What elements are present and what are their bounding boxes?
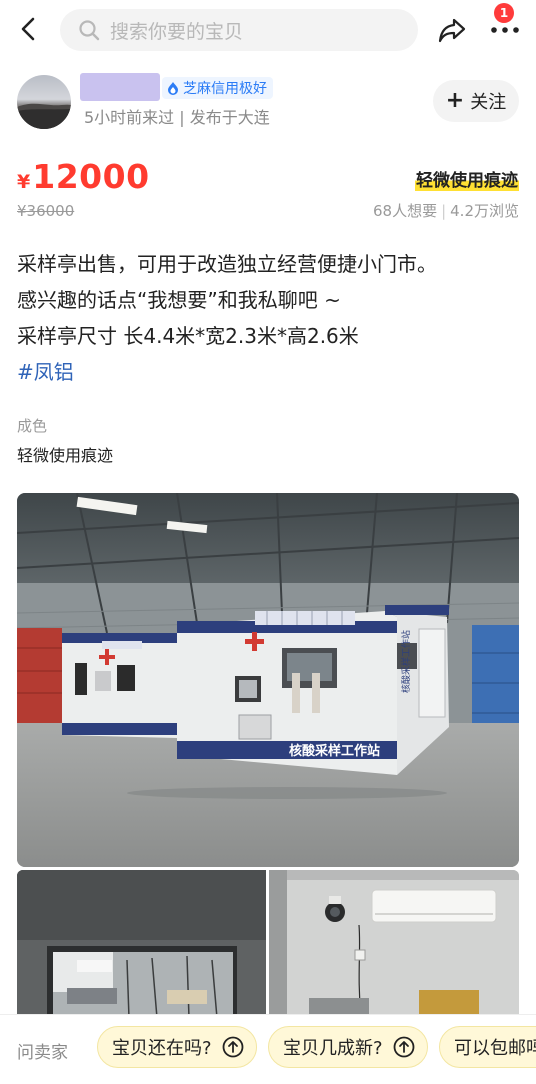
- send-arrow-icon: [222, 1036, 243, 1058]
- seller-name-redacted[interactable]: [80, 73, 160, 101]
- quick-question-chip[interactable]: 可以包邮吗: [439, 1026, 536, 1068]
- follow-button[interactable]: + 关注: [433, 80, 519, 122]
- sesame-credit-icon: [168, 82, 178, 95]
- search-placeholder: 搜索你要的宝贝: [110, 20, 244, 43]
- product-photo-main[interactable]: 核酸采样工作站 核酸采样工作站: [17, 493, 519, 867]
- top-bar: 搜索你要的宝贝 1: [0, 0, 536, 60]
- bottom-question-bar: 问卖家 宝贝还在吗? 宝贝几成新? 可以包邮吗: [0, 1014, 536, 1084]
- price-value: 12000: [32, 157, 150, 196]
- follow-label: 关注: [470, 92, 507, 113]
- chip-label: 宝贝几成新?: [283, 1038, 383, 1059]
- current-price: ¥ 12000: [17, 157, 150, 196]
- chip-label: 可以包邮吗: [454, 1038, 536, 1059]
- credit-badge-label: 芝麻信用极好: [183, 81, 267, 97]
- description-line: 采样亭出售，可用于改造独立经营便捷小门市。: [17, 252, 437, 276]
- chip-label: 宝贝还在吗?: [112, 1038, 212, 1059]
- condition-value: 轻微使用痕迹: [17, 446, 114, 465]
- send-arrow-icon: [393, 1036, 414, 1058]
- item-stats: 68人想要 | 4.2万浏览: [372, 202, 519, 220]
- search-icon: [79, 20, 100, 41]
- currency-symbol: ¥: [17, 171, 31, 193]
- item-description: 采样亭出售，可用于改造独立经营便捷小门市。 感兴趣的话点“我想要”和我私聊吧 ~…: [17, 246, 522, 390]
- booth-side-text: 核酸采样工作站: [400, 630, 412, 693]
- search-input[interactable]: 搜索你要的宝贝: [60, 9, 418, 51]
- product-photo-interior-window[interactable]: [17, 870, 266, 1018]
- original-price: ¥36000: [17, 202, 75, 220]
- views-count: 4.2万浏览: [450, 202, 519, 220]
- description-line: 采样亭尺寸 长4.4米*宽2.3米*高2.6米: [17, 324, 359, 348]
- share-icon[interactable]: [436, 14, 468, 46]
- ask-seller-label: 问卖家: [17, 1043, 68, 1063]
- seller-avatar[interactable]: [17, 75, 71, 129]
- hashtag-link[interactable]: #凤铝: [17, 354, 522, 390]
- condition-tag: 轻微使用痕迹: [415, 166, 519, 191]
- wants-count: 68人想要: [372, 202, 438, 220]
- quick-question-chip[interactable]: 宝贝几成新?: [268, 1026, 428, 1068]
- notification-badge: 1: [494, 3, 514, 23]
- credit-badge[interactable]: 芝麻信用极好: [162, 77, 273, 99]
- back-arrow-icon[interactable]: [14, 14, 44, 44]
- plus-icon: +: [445, 88, 465, 113]
- quick-question-chip[interactable]: 宝贝还在吗?: [97, 1026, 257, 1068]
- seller-meta: 5小时前来过 | 发布于大连: [84, 108, 270, 127]
- description-line: 感兴趣的话点“我想要”和我私聊吧 ~: [17, 288, 341, 312]
- product-photo-interior-ac[interactable]: [269, 870, 519, 1018]
- booth-sign-text: 核酸采样工作站: [289, 743, 380, 759]
- condition-label: 成色: [17, 417, 48, 435]
